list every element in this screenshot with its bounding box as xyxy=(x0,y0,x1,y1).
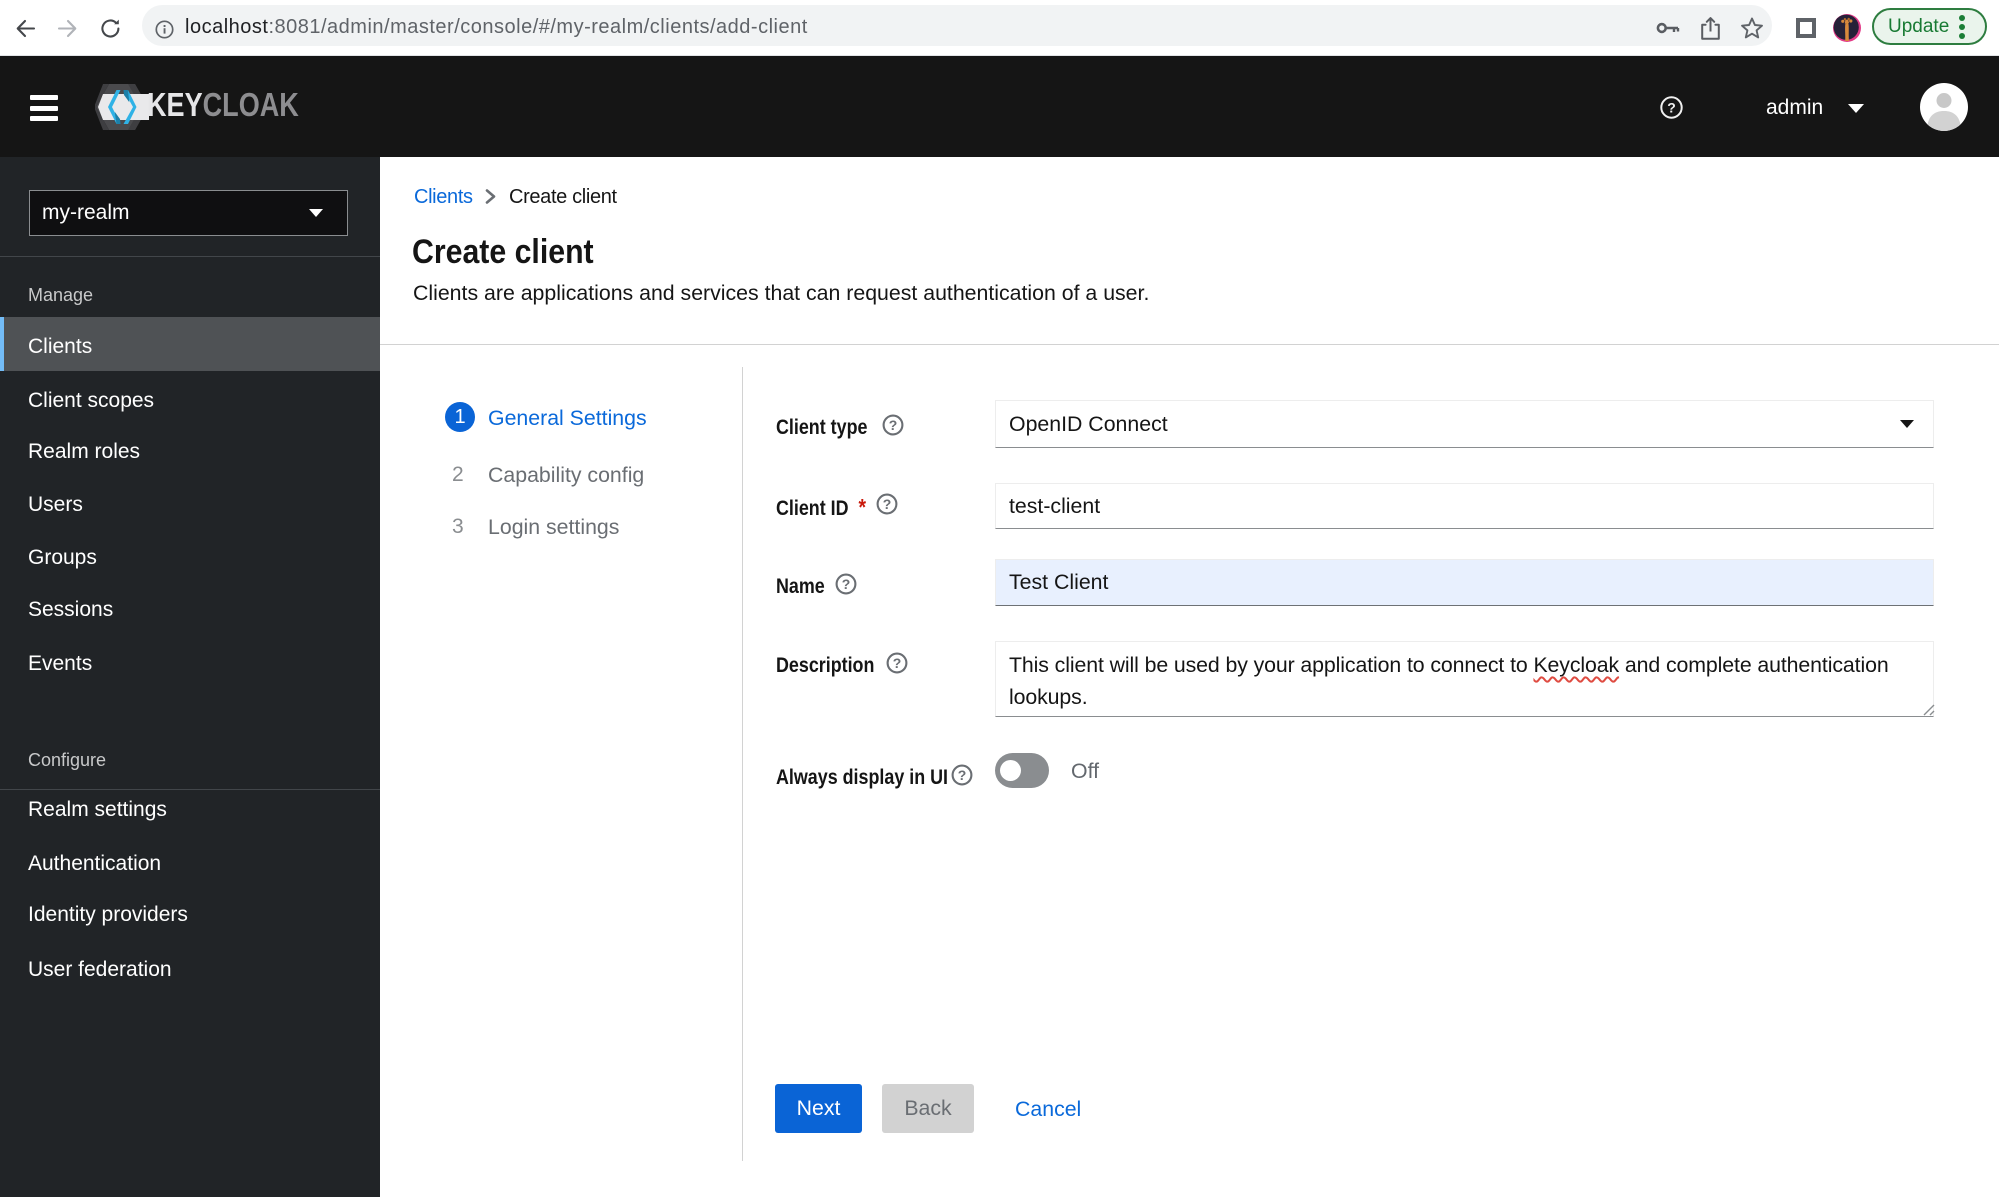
svg-text:?: ? xyxy=(958,767,967,783)
svg-text:?: ? xyxy=(883,496,892,512)
svg-text:?: ? xyxy=(1667,99,1676,115)
svg-text:?: ? xyxy=(889,417,898,433)
svg-text:?: ? xyxy=(842,576,851,592)
svg-text:?: ? xyxy=(893,655,902,671)
